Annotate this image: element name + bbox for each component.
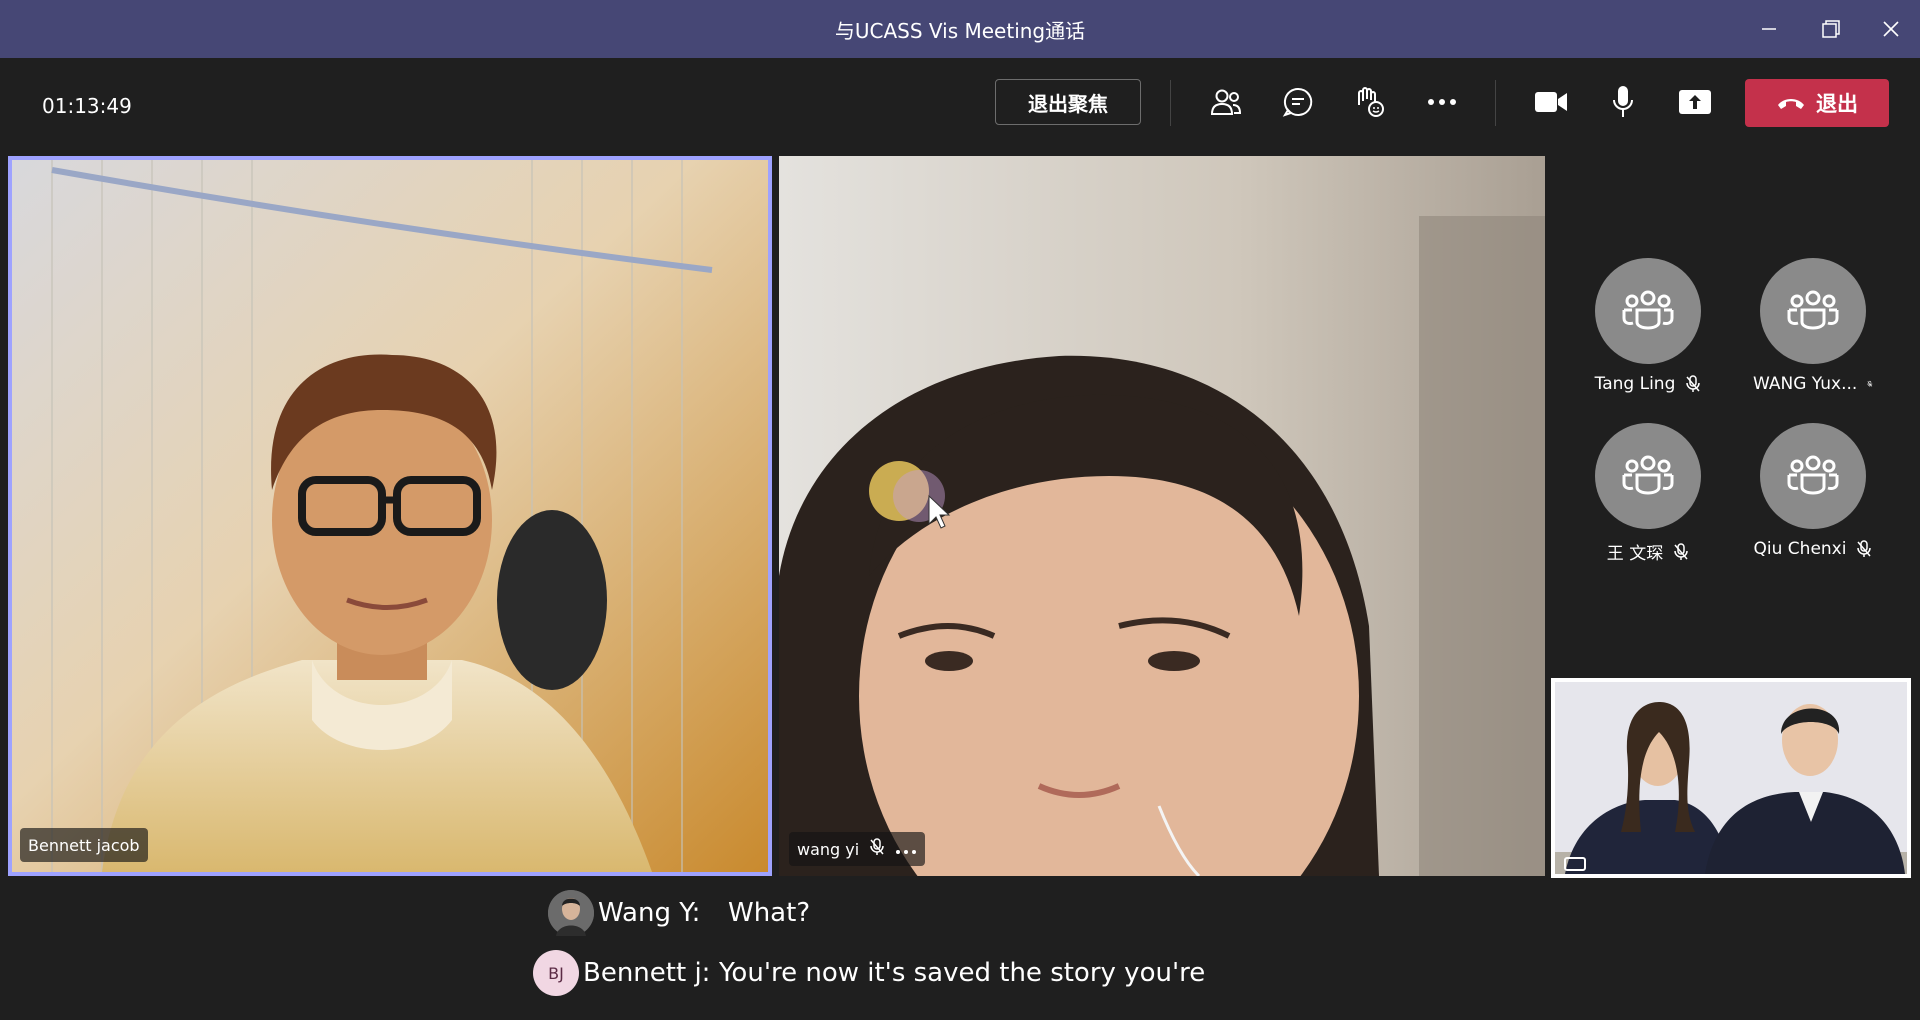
self-view-video[interactable] (1551, 678, 1911, 878)
muted-mic-icon (1674, 542, 1688, 560)
participants-icon[interactable] (1200, 78, 1252, 126)
leave-button[interactable]: 退出 (1745, 79, 1889, 127)
participant-wang-wenchen[interactable]: 王 文琛 (1588, 423, 1708, 564)
caption-text: What? (728, 898, 811, 928)
participant-name: WANG Yux... (1753, 374, 1858, 394)
video-tile-bennett[interactable]: Bennett jacob (8, 156, 772, 876)
reactions-icon[interactable] (1344, 78, 1396, 126)
camera-icon[interactable] (1525, 78, 1577, 126)
window-title: 与UCASS Vis Meeting通话 (834, 18, 1086, 43)
toolbar-divider (1495, 80, 1496, 126)
more-icon[interactable] (1416, 78, 1468, 126)
group-avatar-icon (1595, 258, 1701, 364)
participant-tang-ling[interactable]: Tang Ling (1588, 258, 1708, 394)
caption-line: BJ Bennett j: You're now it's saved the … (533, 950, 1205, 996)
avatar (548, 890, 594, 936)
muted-mic-icon (1857, 540, 1872, 557)
group-avatar-icon (1760, 258, 1866, 364)
group-avatar-icon (1760, 423, 1866, 529)
video-tile-wang-yi[interactable]: wang yi (779, 156, 1545, 876)
muted-mic-icon (1686, 375, 1701, 392)
phone-hangup-icon (1778, 99, 1804, 109)
leave-label: 退出 (1816, 92, 1858, 116)
muted-mic-icon (1867, 380, 1873, 387)
title-bar: 与UCASS Vis Meeting通话 (0, 0, 1920, 58)
caption-line: Wang Y: What? (548, 890, 810, 936)
participant-name: Bennett jacob (28, 835, 140, 855)
caption-speaker: Bennett j: (583, 958, 711, 988)
participant-name-tag: wang yi (789, 832, 926, 866)
muted-mic-icon (869, 838, 885, 860)
meeting-toolbar: 01:13:49 退出聚焦 退出 (0, 58, 1920, 150)
toolbar-divider (1170, 80, 1171, 126)
more-options-icon[interactable] (895, 840, 917, 859)
chat-icon[interactable] (1272, 78, 1324, 126)
participant-name: wang yi (797, 839, 860, 859)
participant-name: Qiu Chenxi (1753, 539, 1847, 559)
video-feed (1555, 682, 1907, 874)
call-timer: 01:13:49 (42, 94, 132, 118)
close-icon[interactable] (1855, 0, 1920, 58)
avatar: BJ (533, 950, 579, 996)
video-feed (12, 160, 768, 872)
video-feed (779, 156, 1545, 876)
group-avatar-icon (1595, 423, 1701, 529)
participant-name: Tang Ling (1594, 374, 1676, 394)
participant-name-tag: Bennett jacob (20, 828, 148, 862)
exit-focus-button[interactable]: 退出聚焦 (995, 79, 1141, 125)
participant-qiu-chenxi[interactable]: Qiu Chenxi (1753, 423, 1873, 559)
participant-name: 王 文琛 (1606, 544, 1664, 564)
caption-speaker: Wang Y: (598, 898, 701, 928)
caption-text: You're now it's saved the story you're (719, 958, 1206, 988)
participant-wang-yux[interactable]: WANG Yux... (1753, 258, 1873, 394)
microphone-icon[interactable] (1597, 78, 1649, 126)
share-screen-icon[interactable] (1669, 78, 1721, 126)
live-captions: Wang Y: What? BJ Bennett j: You're now i… (0, 878, 1920, 1020)
